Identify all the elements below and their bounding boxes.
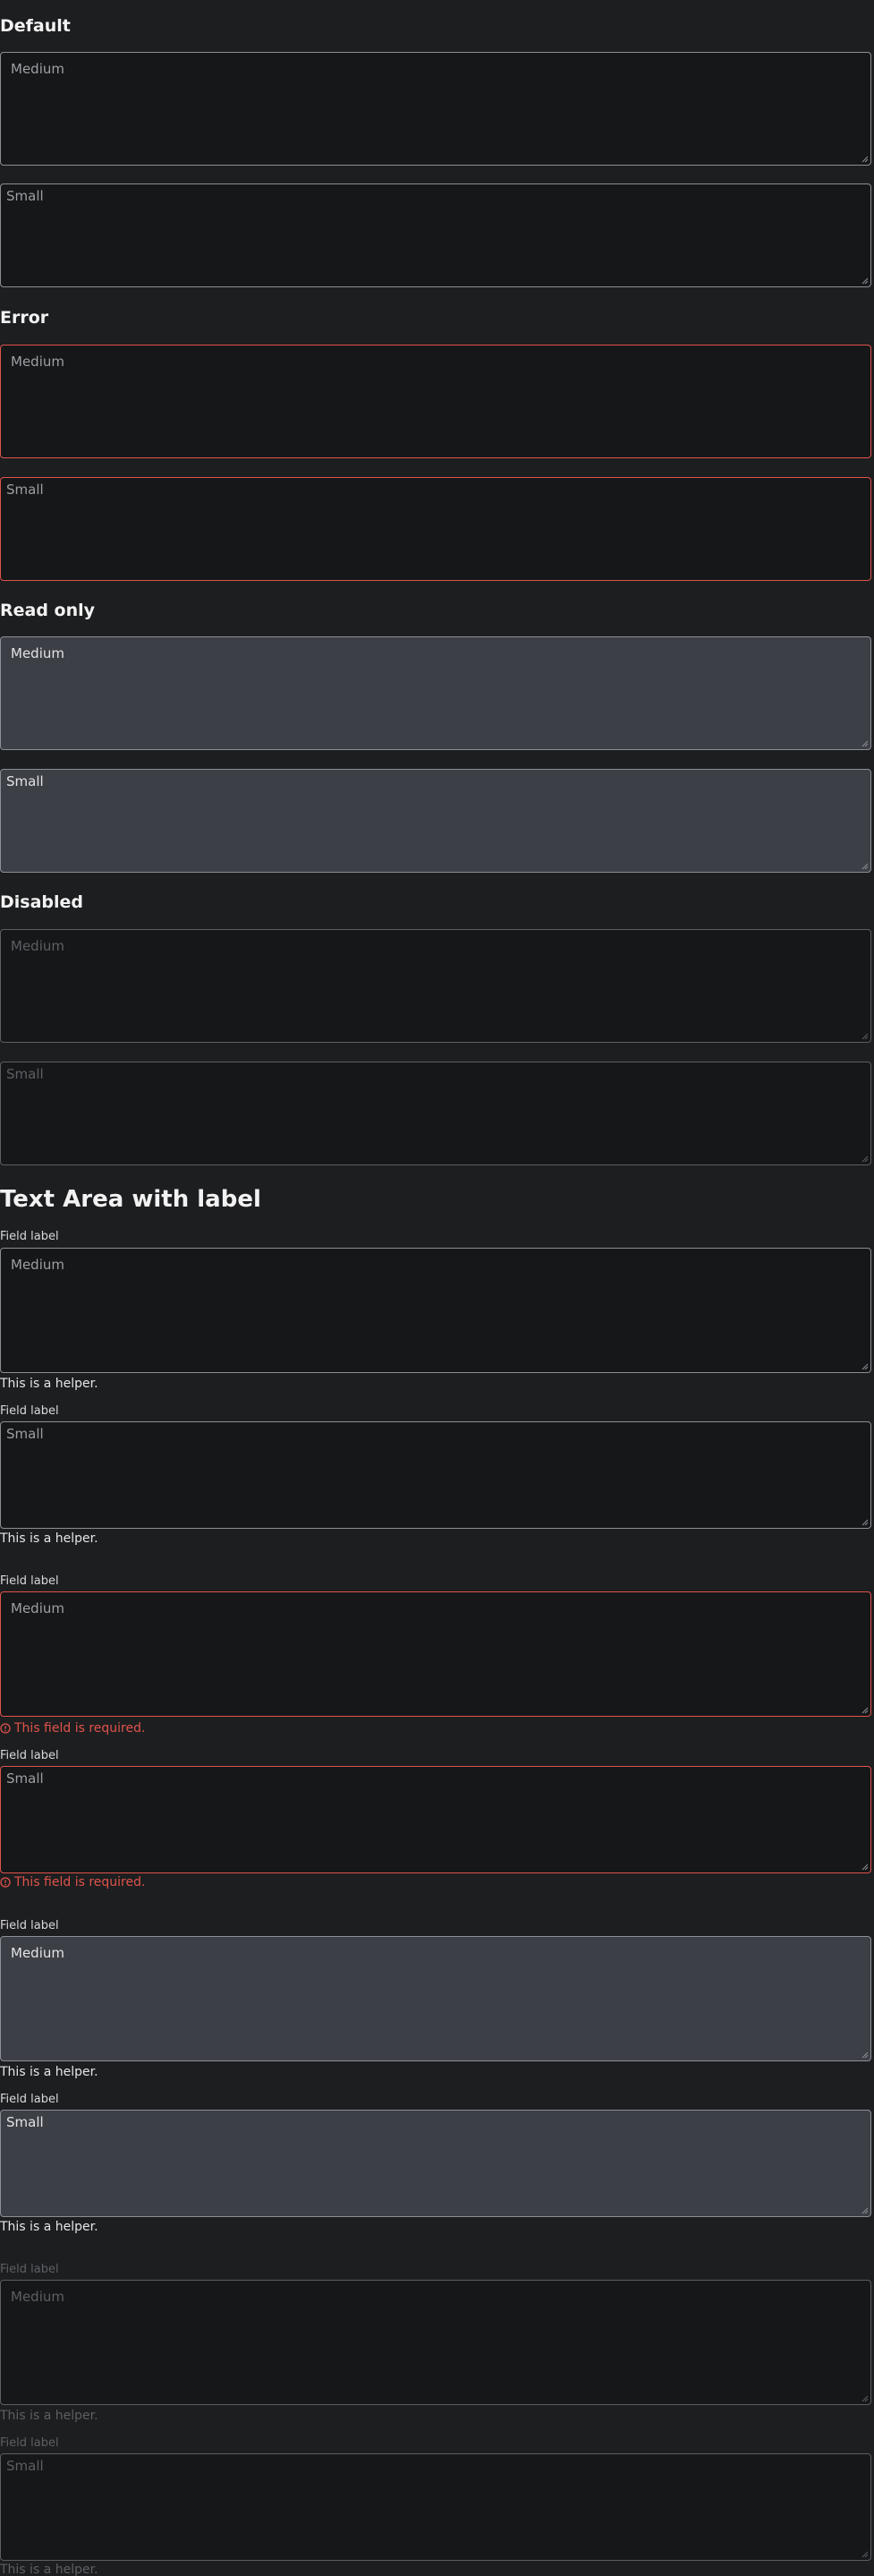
- helper-text: This is a helper.: [0, 1531, 98, 1546]
- textarea-default-medium[interactable]: Medium: [0, 52, 871, 166]
- resize-grip-icon[interactable]: [861, 2207, 869, 2214]
- resize-grip-icon[interactable]: [861, 863, 869, 870]
- resize-grip-icon[interactable]: [861, 740, 869, 747]
- resize-grip-icon: [861, 1156, 869, 1163]
- error-message: This field is required.: [0, 1722, 145, 1735]
- placeholder: Small: [6, 482, 44, 498]
- resize-grip-icon[interactable]: [861, 1864, 869, 1871]
- resize-grip-icon[interactable]: [861, 1707, 869, 1714]
- helper-text: This is a helper.: [0, 2220, 98, 2234]
- textarea-readonly-small[interactable]: Small: [0, 769, 871, 873]
- readonly-value: Medium: [11, 645, 64, 661]
- field-label: Field label: [0, 1230, 59, 1243]
- field-label: Field label: [0, 1919, 59, 1932]
- error-text: This field is required.: [14, 1721, 146, 1736]
- textarea-labeled-disabled-small: Small: [0, 2453, 871, 2561]
- readonly-value: Medium: [11, 1945, 64, 1961]
- readonly-value: Small: [6, 773, 44, 789]
- section-title-disabled: Disabled: [0, 892, 84, 912]
- textarea-labeled-small[interactable]: Small: [0, 1421, 871, 1529]
- placeholder: Medium: [11, 938, 64, 954]
- textarea-error-small[interactable]: Small: [0, 477, 871, 581]
- resize-grip-icon[interactable]: [861, 2051, 869, 2059]
- resize-grip-icon[interactable]: [861, 156, 869, 163]
- section-title-error: Error: [0, 308, 49, 328]
- textarea-error-medium[interactable]: Medium: [0, 345, 871, 458]
- helper-text: This is a helper.: [0, 2409, 98, 2423]
- textarea-labeled-error-small[interactable]: Small: [0, 1766, 871, 1873]
- section-title-default: Default: [0, 16, 71, 36]
- error-message: This field is required.: [0, 1876, 145, 1889]
- helper-text: This is a helper.: [0, 1377, 98, 1391]
- section-title-with-label: Text Area with label: [0, 1186, 261, 1213]
- placeholder: Medium: [11, 2289, 64, 2305]
- field-label: Field label: [0, 2093, 59, 2106]
- warning-icon: [0, 1877, 11, 1888]
- field-label: Field label: [0, 1574, 59, 1588]
- resize-grip-icon: [861, 2551, 869, 2558]
- textarea-disabled-small: Small: [0, 1062, 871, 1165]
- placeholder: Medium: [11, 1257, 64, 1273]
- helper-text: This is a helper.: [0, 2563, 98, 2576]
- textarea-labeled-readonly-medium[interactable]: Medium: [0, 1936, 871, 2061]
- field-label: Field label: [0, 2263, 59, 2276]
- section-title-readonly: Read only: [0, 601, 96, 620]
- textarea-showcase: Default Medium Small Error Medium Small …: [0, 0, 874, 2576]
- field-label: Field label: [0, 1749, 59, 1762]
- resize-grip-icon[interactable]: [861, 277, 869, 285]
- placeholder: Medium: [11, 1600, 64, 1616]
- placeholder: Small: [6, 1770, 44, 1787]
- textarea-readonly-medium[interactable]: Medium: [0, 636, 871, 750]
- textarea-default-small[interactable]: Small: [0, 183, 871, 287]
- placeholder: Small: [6, 2458, 44, 2474]
- textarea-labeled-error-medium[interactable]: Medium: [0, 1591, 871, 1717]
- warning-icon: [0, 1723, 11, 1734]
- resize-grip-icon: [861, 1033, 869, 1040]
- textarea-labeled-readonly-small[interactable]: Small: [0, 2110, 871, 2217]
- field-label: Field label: [0, 2436, 59, 2450]
- readonly-value: Small: [6, 2114, 44, 2130]
- resize-grip-icon[interactable]: [861, 1363, 869, 1370]
- textarea-labeled-disabled-medium: Medium: [0, 2280, 871, 2405]
- placeholder: Small: [6, 1426, 44, 1442]
- textarea-disabled-medium: Medium: [0, 929, 871, 1043]
- placeholder: Medium: [11, 354, 64, 370]
- placeholder: Small: [6, 1066, 44, 1082]
- resize-grip-icon[interactable]: [861, 1519, 869, 1526]
- helper-text: This is a helper.: [0, 2065, 98, 2079]
- error-text: This field is required.: [14, 1875, 146, 1889]
- placeholder: Medium: [11, 61, 64, 77]
- field-label: Field label: [0, 1404, 59, 1418]
- placeholder: Small: [6, 188, 44, 204]
- resize-grip-icon: [861, 2395, 869, 2402]
- textarea-labeled-medium[interactable]: Medium: [0, 1248, 871, 1373]
